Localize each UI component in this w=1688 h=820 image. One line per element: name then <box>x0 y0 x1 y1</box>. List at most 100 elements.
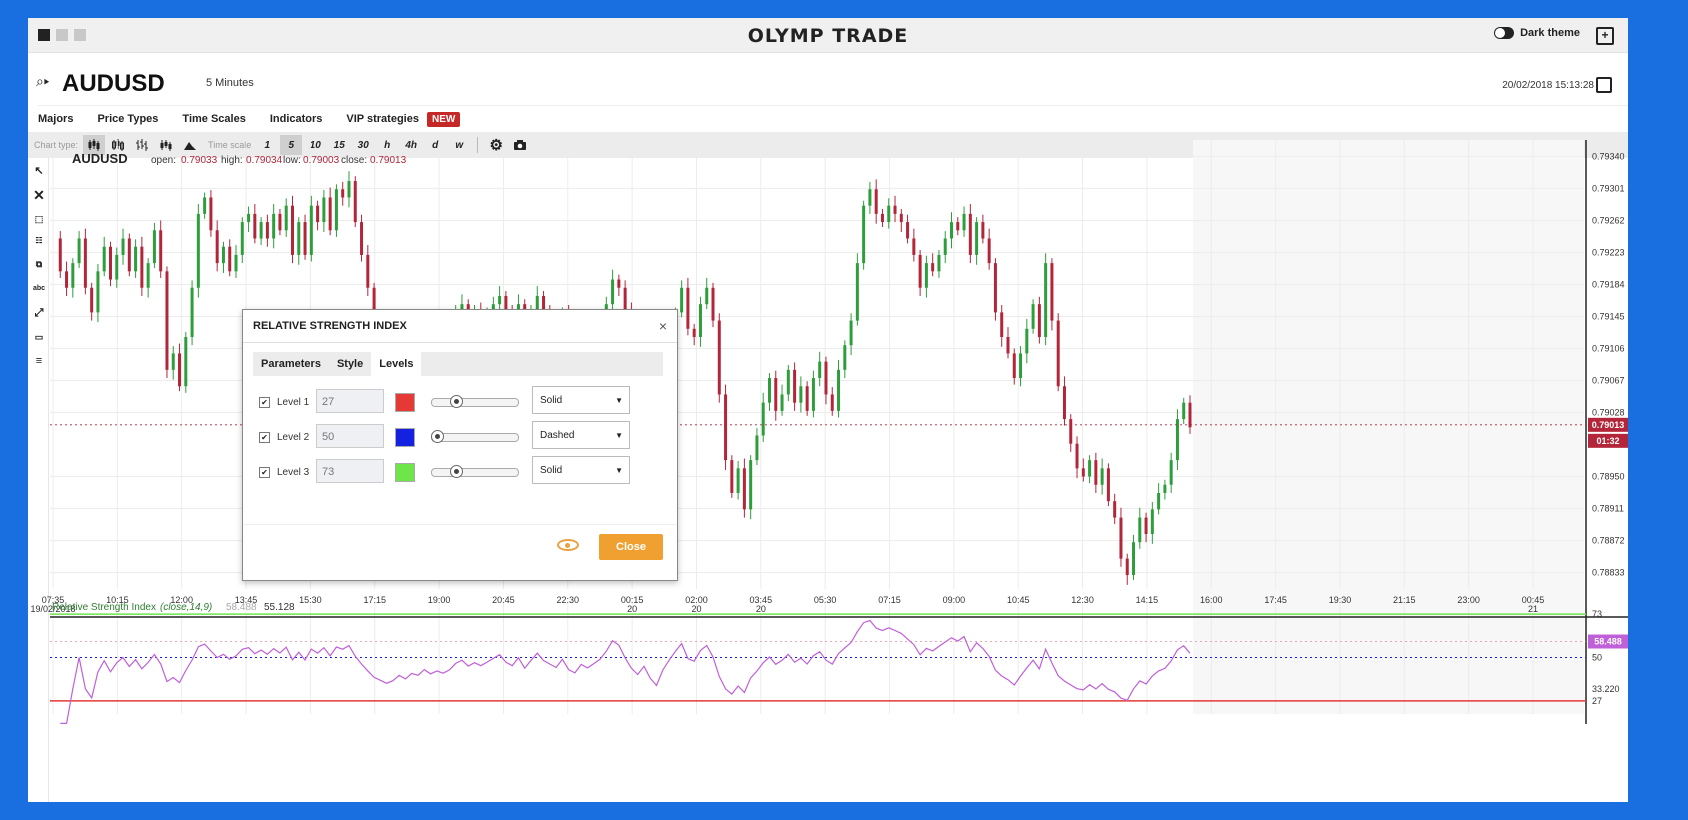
candle-body <box>71 263 75 288</box>
candle-body <box>1025 328 1029 354</box>
time-tick-label: 17:15 <box>363 595 386 605</box>
candle-body <box>165 271 169 370</box>
candle-body <box>849 320 853 346</box>
price-tick-label: 0.78833 <box>1592 568 1625 578</box>
candle-body <box>1050 263 1054 321</box>
candle-body <box>209 197 213 231</box>
level-value-input[interactable]: 73 <box>316 459 384 483</box>
close-icon[interactable]: × <box>659 318 667 334</box>
candle-body <box>316 205 320 223</box>
slider-knob[interactable] <box>449 395 463 408</box>
candle-body <box>108 246 112 280</box>
line-style-select[interactable]: Solid ▼ <box>532 456 630 484</box>
candle-body <box>347 181 351 198</box>
price-tick-label: 0.78950 <box>1592 472 1625 482</box>
time-tick-label: 19:30 <box>1329 595 1352 605</box>
candle-body <box>906 222 910 239</box>
candle-body <box>956 222 960 231</box>
candle-body <box>968 213 972 255</box>
level-checkbox[interactable]: ✔ <box>259 432 270 443</box>
dropdown-arrow-icon: ▼ <box>615 431 623 440</box>
level-width-slider[interactable] <box>431 430 519 443</box>
candle-body <box>1144 517 1148 535</box>
price-tick-label: 0.79262 <box>1592 215 1625 225</box>
candle-body <box>121 238 125 255</box>
dropdown-arrow-icon: ▼ <box>615 396 623 405</box>
line-style-select[interactable]: Solid ▼ <box>532 386 630 414</box>
candle-body <box>1188 402 1192 428</box>
close-button[interactable]: Close <box>599 534 663 560</box>
candle-body <box>190 287 194 338</box>
candle-body <box>962 213 966 231</box>
candle-body <box>786 369 790 395</box>
candle-body <box>692 328 696 338</box>
candle-body <box>1094 460 1098 485</box>
time-tick-label: 12:30 <box>1071 595 1094 605</box>
slider-knob[interactable] <box>449 465 463 478</box>
candle-body <box>1031 304 1035 329</box>
price-tick-label: 0.78911 <box>1592 504 1624 514</box>
time-tick-label: 21:15 <box>1393 595 1416 605</box>
level-row: ✔ Level 1 27 Solid ▼ <box>259 386 659 417</box>
level-color-swatch[interactable] <box>395 393 415 412</box>
dialog-footer-divider <box>243 524 677 525</box>
candle-body <box>240 222 244 255</box>
candle-body <box>981 222 985 239</box>
candle-body <box>1069 419 1073 444</box>
candle-body <box>152 230 156 264</box>
date-tick-label: 20 <box>627 604 637 614</box>
candle-body <box>749 460 753 510</box>
candle-body <box>937 254 941 272</box>
time-tick-label: 07:15 <box>878 595 901 605</box>
level-value-input[interactable]: 27 <box>316 389 384 413</box>
rsi-value-1: 58.488 <box>226 602 257 613</box>
slider-knob[interactable] <box>431 430 444 443</box>
price-tick-label: 0.79223 <box>1592 247 1625 257</box>
level-checkbox[interactable]: ✔ <box>259 467 270 478</box>
line-style-select[interactable]: Dashed ▼ <box>532 421 630 449</box>
price-tick-label: 0.79340 <box>1592 151 1625 161</box>
level-width-slider[interactable] <box>431 465 519 478</box>
candle-body <box>360 222 364 255</box>
candle-body <box>686 287 690 329</box>
candle-body <box>943 238 947 255</box>
tab-style[interactable]: Style <box>329 352 371 376</box>
level-value-input[interactable]: 50 <box>316 424 384 448</box>
countdown-label: 01:32 <box>1596 436 1619 446</box>
candle-body <box>918 254 922 288</box>
candle-body <box>297 222 301 255</box>
candle-body <box>334 189 338 231</box>
candle-body <box>96 271 100 313</box>
candle-body <box>950 222 954 239</box>
candle-body <box>1037 304 1041 338</box>
candle-body <box>698 304 702 338</box>
candle-body <box>140 246 144 288</box>
candle-body <box>102 246 106 272</box>
visibility-eye-icon[interactable] <box>557 539 579 551</box>
candle-body <box>1062 386 1066 420</box>
level-color-swatch[interactable] <box>395 428 415 447</box>
candle-body <box>278 213 282 231</box>
candle-body <box>353 181 357 223</box>
level-color-swatch[interactable] <box>395 463 415 482</box>
candle-body <box>178 353 182 387</box>
candle-body <box>322 197 326 223</box>
candle-body <box>755 435 759 461</box>
candle-body <box>617 279 621 288</box>
ohlc-high-value: 0.79034 <box>246 155 283 166</box>
tab-parameters[interactable]: Parameters <box>253 352 329 376</box>
candle-body <box>65 271 69 288</box>
candle-body <box>58 238 62 272</box>
candle-body <box>887 205 891 223</box>
level-checkbox[interactable]: ✔ <box>259 397 270 408</box>
candle-body <box>159 230 163 272</box>
candle-body <box>247 213 251 223</box>
candle-body <box>855 263 859 321</box>
candle-body <box>1000 312 1004 338</box>
tab-levels[interactable]: Levels <box>371 352 422 376</box>
candle-body <box>805 386 809 411</box>
price-tick-label: 0.79067 <box>1592 376 1625 386</box>
level-width-slider[interactable] <box>431 395 519 408</box>
rsi-tick-label: 33.220 <box>1592 684 1620 694</box>
candle-body <box>799 386 803 403</box>
